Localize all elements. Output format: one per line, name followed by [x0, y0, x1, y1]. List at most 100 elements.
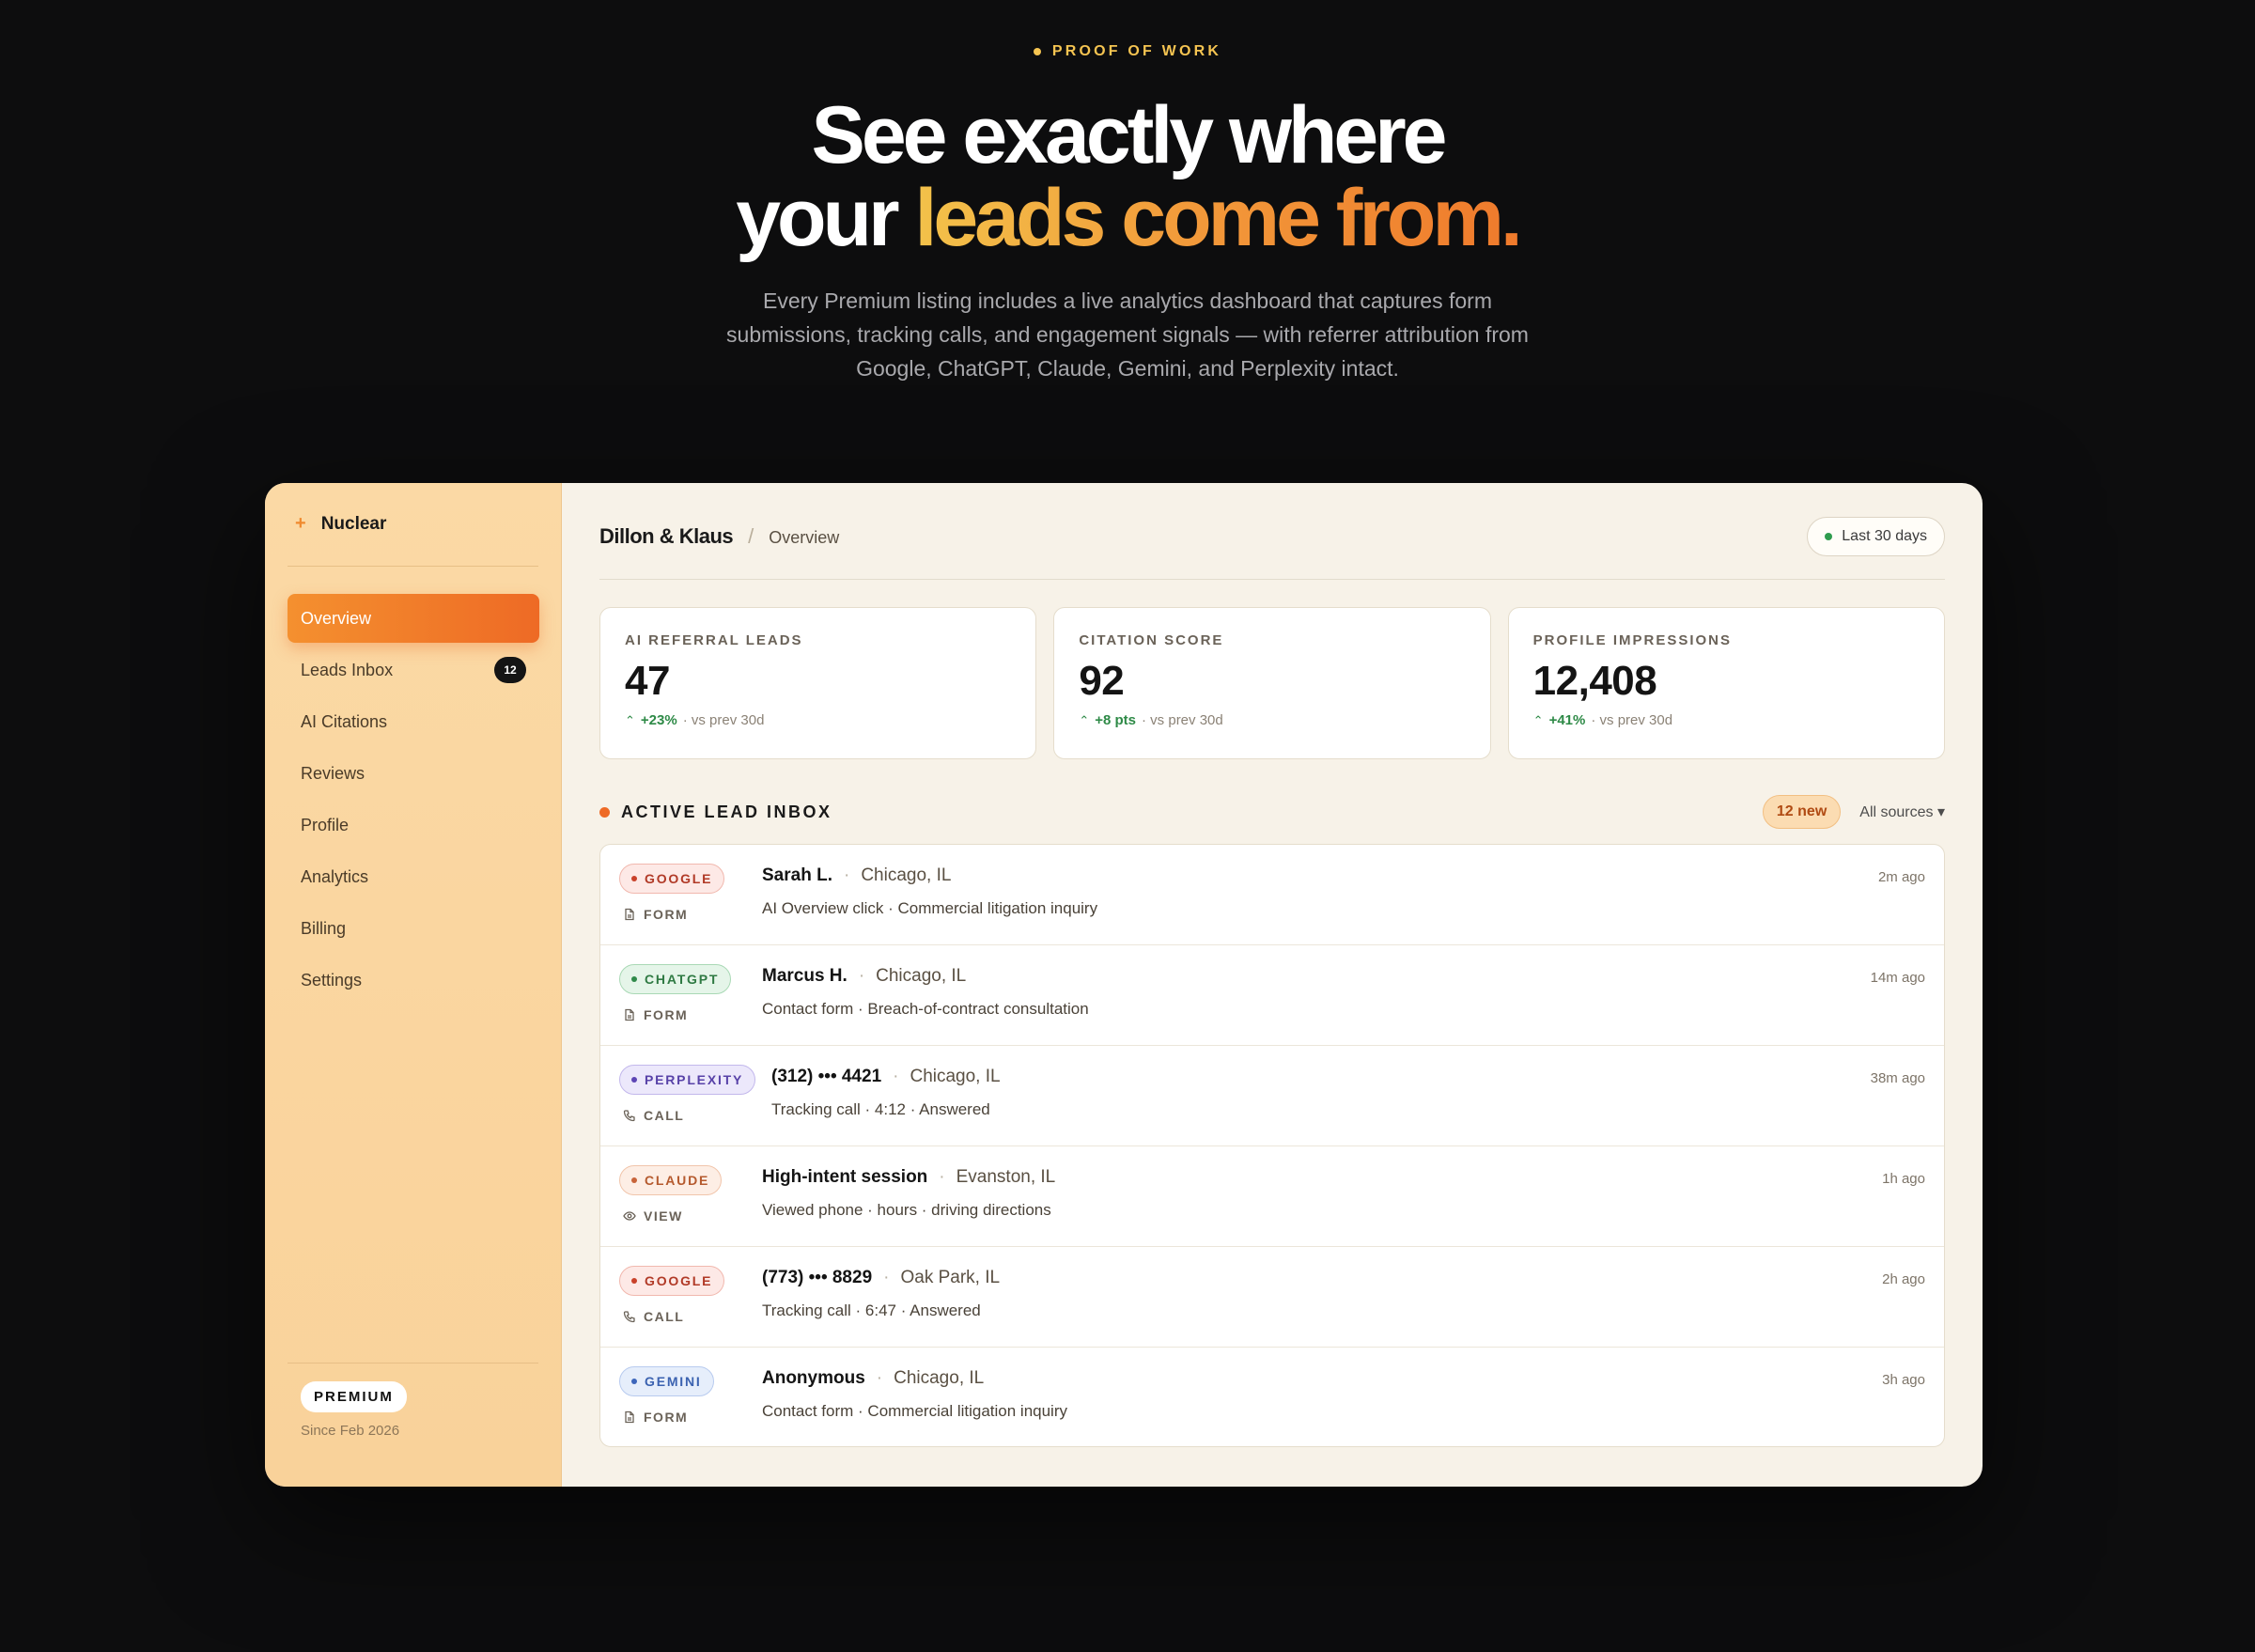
sidebar-item-settings[interactable]: Settings — [288, 956, 539, 1005]
source-badge-perplexity: PERPLEXITY — [619, 1065, 756, 1095]
brand[interactable]: + Nuclear — [295, 513, 386, 535]
kpi-value: 92 — [1079, 658, 1125, 704]
lead-detail: Contact form · Breach-of-contract consul… — [762, 1000, 1089, 1018]
kpi-compare: · vs prev 30d — [1591, 712, 1673, 728]
lead-location: Chicago, IL — [910, 1067, 1001, 1086]
new-leads-badge[interactable]: 12 new — [1762, 795, 1842, 829]
sidebar-item-label: Billing — [301, 918, 347, 938]
main-panel: Dillon & Klaus / Overview Last 30 days A… — [562, 483, 1983, 1487]
source-dot-icon — [631, 1077, 637, 1083]
source-badge-chatgpt: CHATGPT — [619, 964, 732, 994]
sidebar-item-label: AI Citations — [301, 711, 388, 731]
sidebar-item-label: Settings — [301, 970, 363, 990]
hero-subcopy: Every Premium listing includes a live an… — [726, 288, 1529, 381]
lead-summary: Sarah L. · Chicago, IL — [762, 865, 951, 886]
leads-count-badge: 12 — [494, 657, 526, 683]
kpi-row: AI REFERRAL LEADS 47 ⌃ +23% · vs prev 30… — [599, 607, 1945, 759]
lead-row[interactable]: PERPLEXITY CALL (312) ••• 4421 · Chicago… — [600, 1046, 1944, 1146]
sidebar-item-label: Analytics — [301, 866, 369, 886]
headline-line-1: See exactly where — [811, 90, 1447, 180]
source-filter-dropdown[interactable]: All sources ▾ — [1859, 803, 1945, 821]
lead-type: FORM — [623, 1410, 688, 1425]
lead-type-label: CALL — [644, 1108, 685, 1123]
source-dot-icon — [631, 976, 637, 982]
lead-detail: AI Overview click · Commercial litigatio… — [762, 899, 1098, 917]
kpi-delta: ⌃ +8 pts · vs prev 30d — [1079, 712, 1465, 728]
inbox-title: ACTIVE LEAD INBOX — [599, 803, 832, 822]
kpi-value: 47 — [625, 658, 670, 704]
plan-badge: PREMIUM — [301, 1381, 407, 1412]
sidebar: + Nuclear Overview Leads Inbox 12 AI Cit… — [265, 483, 562, 1487]
lead-row[interactable]: GOOGLE CALL (773) ••• 8829 · Oak Park, I… — [600, 1247, 1944, 1348]
source-dot-icon — [631, 1177, 637, 1183]
kpi-label: CITATION SCORE — [1079, 632, 1224, 648]
lead-time: 14m ago — [1870, 970, 1925, 986]
lead-location: Chicago, IL — [894, 1368, 985, 1388]
lead-row[interactable]: CLAUDE VIEW High-intent session · Evanst… — [600, 1146, 1944, 1247]
plan-since: Since Feb 2026 — [301, 1423, 400, 1439]
lead-list: GOOGLE FORM Sarah L. · Chicago, IL AI Ov… — [599, 844, 1945, 1447]
lead-type-label: FORM — [644, 1007, 689, 1022]
kpi-delta: ⌃ +23% · vs prev 30d — [625, 712, 1011, 728]
lead-time: 2h ago — [1882, 1271, 1925, 1287]
lead-type-label: FORM — [644, 907, 689, 922]
headline-plain: your — [736, 173, 915, 263]
source-badge-gemini: GEMINI — [619, 1366, 714, 1396]
lead-name: (312) ••• 4421 — [771, 1067, 882, 1086]
breadcrumb-separator: / — [748, 524, 754, 548]
sidebar-item-profile[interactable]: Profile — [288, 801, 539, 849]
date-range-label: Last 30 days — [1842, 528, 1927, 544]
lead-time: 38m ago — [1870, 1070, 1925, 1086]
trend-up-icon: ⌃ — [625, 712, 635, 727]
lead-row[interactable]: CHATGPT FORM Marcus H. · Chicago, IL Con… — [600, 945, 1944, 1046]
source-dot-icon — [631, 876, 637, 881]
lead-name: Sarah L. — [762, 865, 832, 885]
eye-icon — [623, 1211, 636, 1221]
lead-type-label: VIEW — [644, 1208, 683, 1223]
lead-location: Chicago, IL — [861, 865, 952, 885]
lead-detail: Tracking call · 4:12 · Answered — [771, 1100, 990, 1118]
source-dot-icon — [631, 1379, 637, 1384]
kpi-label: AI REFERRAL LEADS — [625, 632, 803, 648]
lead-location: Evanston, IL — [956, 1167, 1056, 1187]
lead-time: 2m ago — [1877, 869, 1925, 885]
separator-dot: · — [858, 966, 865, 986]
source-label: GOOGLE — [645, 1273, 713, 1288]
sidebar-item-label: Reviews — [301, 763, 365, 783]
separator-dot: · — [883, 1268, 890, 1287]
breadcrumb-client[interactable]: Dillon & Klaus — [599, 524, 734, 549]
lead-summary: High-intent session · Evanston, IL — [762, 1167, 1055, 1188]
sidebar-item-billing[interactable]: Billing — [288, 904, 539, 953]
sidebar-item-ai-citations[interactable]: AI Citations — [288, 697, 539, 746]
source-badge-google: GOOGLE — [619, 1266, 725, 1296]
headline-line-2: your leads come from. — [0, 177, 2255, 259]
live-status-dot-icon — [1825, 533, 1833, 540]
sidebar-item-label: Profile — [301, 815, 350, 834]
phone-icon — [623, 1110, 635, 1122]
sidebar-item-analytics[interactable]: Analytics — [288, 852, 539, 901]
form-icon — [625, 1410, 634, 1424]
lead-row[interactable]: GEMINI FORM Anonymous · Chicago, IL Cont… — [600, 1348, 1944, 1446]
form-icon — [625, 908, 634, 921]
eyebrow-label: PROOF OF WORK — [1051, 43, 1222, 59]
source-badge-claude: CLAUDE — [619, 1165, 723, 1195]
lead-summary: Marcus H. · Chicago, IL — [762, 966, 966, 987]
sidebar-nav: Overview Leads Inbox 12 AI Citations Rev… — [288, 594, 539, 1007]
lead-location: Oak Park, IL — [900, 1268, 1001, 1287]
kpi-card-ai-referral-leads: AI REFERRAL LEADS 47 ⌃ +23% · vs prev 30… — [599, 607, 1037, 759]
kpi-label: PROFILE IMPRESSIONS — [1532, 632, 1733, 648]
lead-type-label: CALL — [644, 1309, 685, 1324]
sidebar-item-overview[interactable]: Overview — [288, 594, 539, 643]
trend-up-icon: ⌃ — [1532, 712, 1544, 727]
lead-type: CALL — [623, 1309, 684, 1324]
kpi-card-citation-score: CITATION SCORE 92 ⌃ +8 pts · vs prev 30d — [1053, 607, 1491, 759]
separator-dot: · — [893, 1067, 899, 1086]
headline: See exactly where your leads come from. — [0, 94, 2255, 259]
source-label: GEMINI — [645, 1374, 702, 1389]
lead-row[interactable]: GOOGLE FORM Sarah L. · Chicago, IL AI Ov… — [600, 845, 1944, 945]
sidebar-item-leads-inbox[interactable]: Leads Inbox 12 — [288, 646, 539, 694]
date-range-button[interactable]: Last 30 days — [1807, 517, 1945, 556]
kpi-change: +41% — [1548, 712, 1586, 728]
live-dot-icon — [599, 806, 610, 818]
sidebar-item-reviews[interactable]: Reviews — [288, 749, 539, 798]
